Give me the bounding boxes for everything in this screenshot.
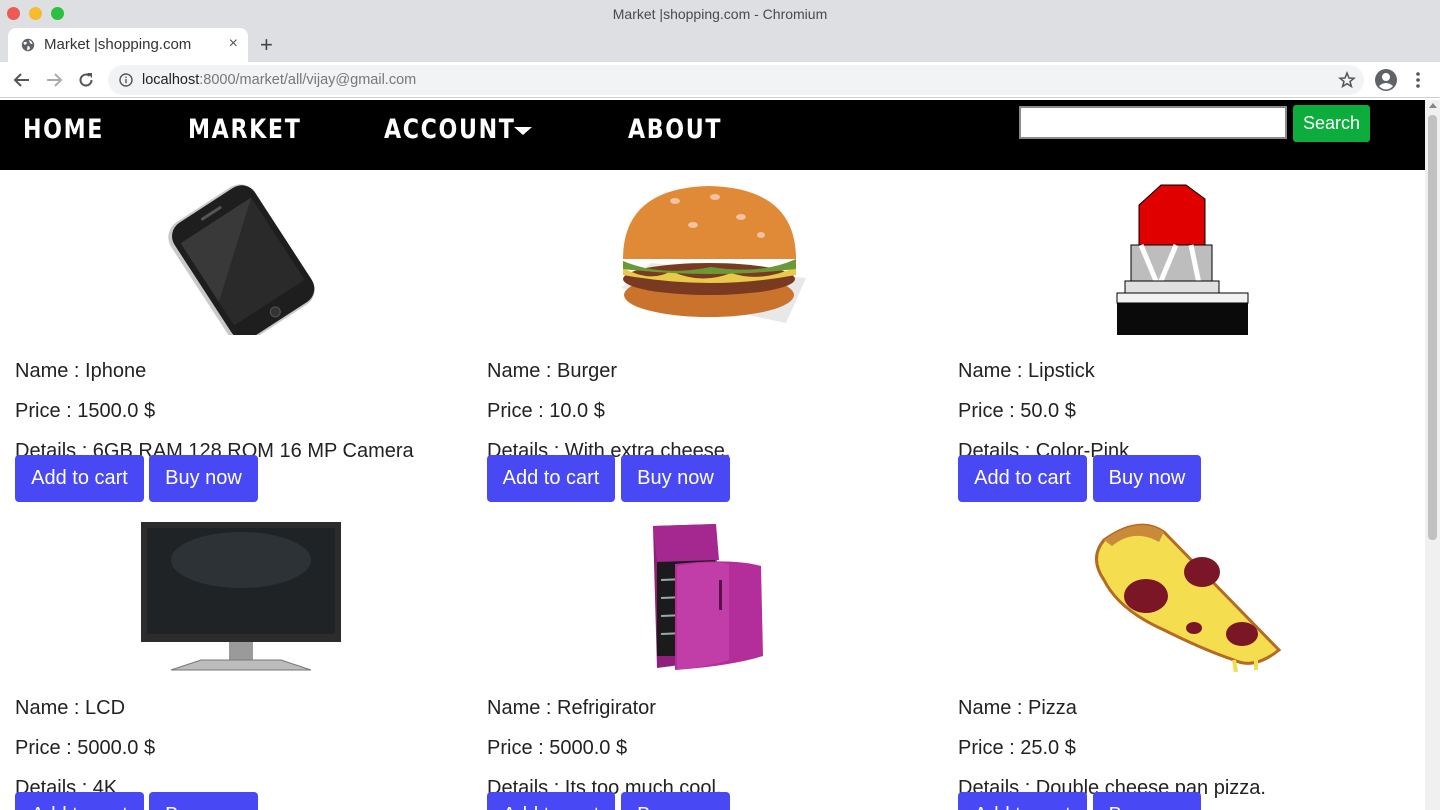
forward-arrow-icon [47, 73, 63, 87]
add-to-cart-button[interactable]: Add to cart [487, 792, 615, 810]
add-to-cart-button[interactable]: Add to cart [958, 455, 1087, 502]
product-name: Name : Lipstick [958, 360, 1095, 382]
tab-title: Market |shopping.com [44, 36, 192, 53]
browser-menu-icon[interactable] [1410, 68, 1426, 92]
search-button[interactable]: Search [1293, 105, 1370, 142]
buy-now-button[interactable]: Buy now [621, 792, 730, 810]
info-icon[interactable] [119, 73, 133, 87]
buy-now-button[interactable]: Buy now [1093, 455, 1201, 502]
forward-button[interactable] [43, 69, 65, 91]
nav-market-link[interactable]: MARKET [188, 114, 301, 145]
burger-image [621, 186, 806, 323]
add-to-cart-button[interactable]: Add to cart [487, 455, 615, 502]
product-name: Name : Iphone [15, 360, 147, 382]
profile-avatar-icon[interactable] [1374, 68, 1398, 92]
lipstick-image [1116, 184, 1249, 335]
product-price: Price : 25.0 $ [958, 737, 1076, 759]
add-to-cart-button[interactable]: Add to cart [15, 455, 144, 502]
window-title: Market |shopping.com - Chromium [612, 6, 828, 22]
url-text: localhost:8000/market/all/vijay@gmail.co… [142, 72, 416, 88]
url-path: :8000/market/all/vijay@gmail.com [199, 72, 417, 88]
address-bar[interactable]: localhost:8000/market/all/vijay@gmail.co… [108, 65, 1364, 95]
reload-icon [79, 73, 93, 87]
lcd-monitor-image [141, 522, 341, 671]
buy-now-button[interactable]: Buy now [149, 792, 258, 810]
refrigerator-image [653, 524, 763, 670]
buy-now-button[interactable]: Buy now [1093, 792, 1201, 810]
back-button[interactable] [11, 69, 33, 91]
reload-button[interactable] [75, 69, 97, 91]
nav-home-link[interactable]: HOME [23, 114, 104, 145]
tab-strip: Market |shopping.com × + [0, 28, 1440, 62]
product-price: Price : 1500.0 $ [15, 400, 156, 422]
site-navbar: HOME MARKET ACCOUNT ABOUT Search [0, 100, 1425, 170]
nav-account-link[interactable]: ACCOUNT [384, 114, 516, 145]
product-price: Price : 50.0 $ [958, 400, 1076, 422]
product-price: Price : 10.0 $ [487, 400, 605, 422]
bookmark-star-icon[interactable] [1338, 71, 1356, 89]
globe-icon [21, 38, 35, 52]
page-scrollbar[interactable] [1425, 100, 1440, 810]
buy-now-button[interactable]: Buy now [149, 455, 258, 502]
browser-tab[interactable]: Market |shopping.com × [8, 28, 248, 62]
add-to-cart-button[interactable]: Add to cart [15, 792, 144, 810]
add-to-cart-button[interactable]: Add to cart [958, 792, 1087, 810]
back-arrow-icon [13, 73, 29, 87]
search-input[interactable] [1019, 106, 1287, 139]
nav-about-link[interactable]: ABOUT [628, 114, 722, 145]
window-titlebar: Market |shopping.com - Chromium [0, 0, 1440, 28]
product-name: Name : LCD [15, 697, 126, 719]
product-name: Name : Refrigirator [487, 697, 656, 719]
product-name: Name : Pizza [958, 697, 1077, 719]
product-price: Price : 5000.0 $ [15, 737, 156, 759]
page-viewport: HOME MARKET ACCOUNT ABOUT Search Name : … [0, 100, 1425, 810]
url-host: localhost [142, 72, 200, 88]
pizza-image [1095, 523, 1282, 672]
scrollbar-thumb[interactable] [1428, 115, 1437, 540]
browser-toolbar: localhost:8000/market/all/vijay@gmail.co… [0, 62, 1440, 98]
scroll-up-arrow-icon[interactable] [1429, 103, 1437, 108]
buy-now-button[interactable]: Buy now [621, 455, 730, 502]
product-price: Price : 5000.0 $ [487, 737, 628, 759]
account-dropdown-caret-icon[interactable] [514, 127, 532, 135]
product-name: Name : Burger [487, 360, 618, 382]
new-tab-button[interactable]: + [260, 32, 273, 58]
iphone-image [168, 184, 315, 335]
tab-close-icon[interactable]: × [229, 35, 238, 53]
